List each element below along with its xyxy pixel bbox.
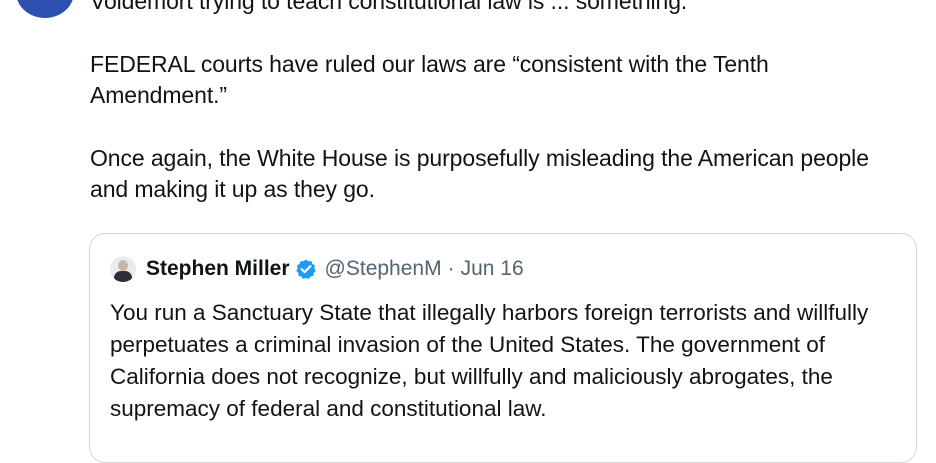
tweet-paragraph-3: Once again, the White House is purposefu… [90, 145, 869, 202]
tweet-paragraph-2: FEDERAL courts have ruled our laws are “… [90, 51, 769, 108]
tweet-body: Voldemort trying to teach constitutional… [90, 0, 910, 205]
quoted-tweet-card[interactable]: Stephen Miller @StephenM · Jun 16 You ru… [89, 233, 917, 463]
quoted-tweet-date[interactable]: Jun 16 [461, 257, 524, 281]
quoted-tweet-text: You run a Sanctuary State that illegally… [110, 300, 869, 421]
author-avatar[interactable] [16, 0, 74, 18]
quoted-author-name[interactable]: Stephen Miller [146, 257, 290, 281]
tweet-paragraph-1: Voldemort trying to teach constitutional… [90, 0, 688, 14]
quoted-author-handle[interactable]: @StephenM [325, 257, 442, 281]
verified-badge-icon [295, 259, 316, 279]
quoted-tweet-header: Stephen Miller @StephenM · Jun 16 [110, 256, 524, 282]
header-separator: · [447, 257, 455, 280]
quoted-author-avatar[interactable] [110, 256, 136, 282]
